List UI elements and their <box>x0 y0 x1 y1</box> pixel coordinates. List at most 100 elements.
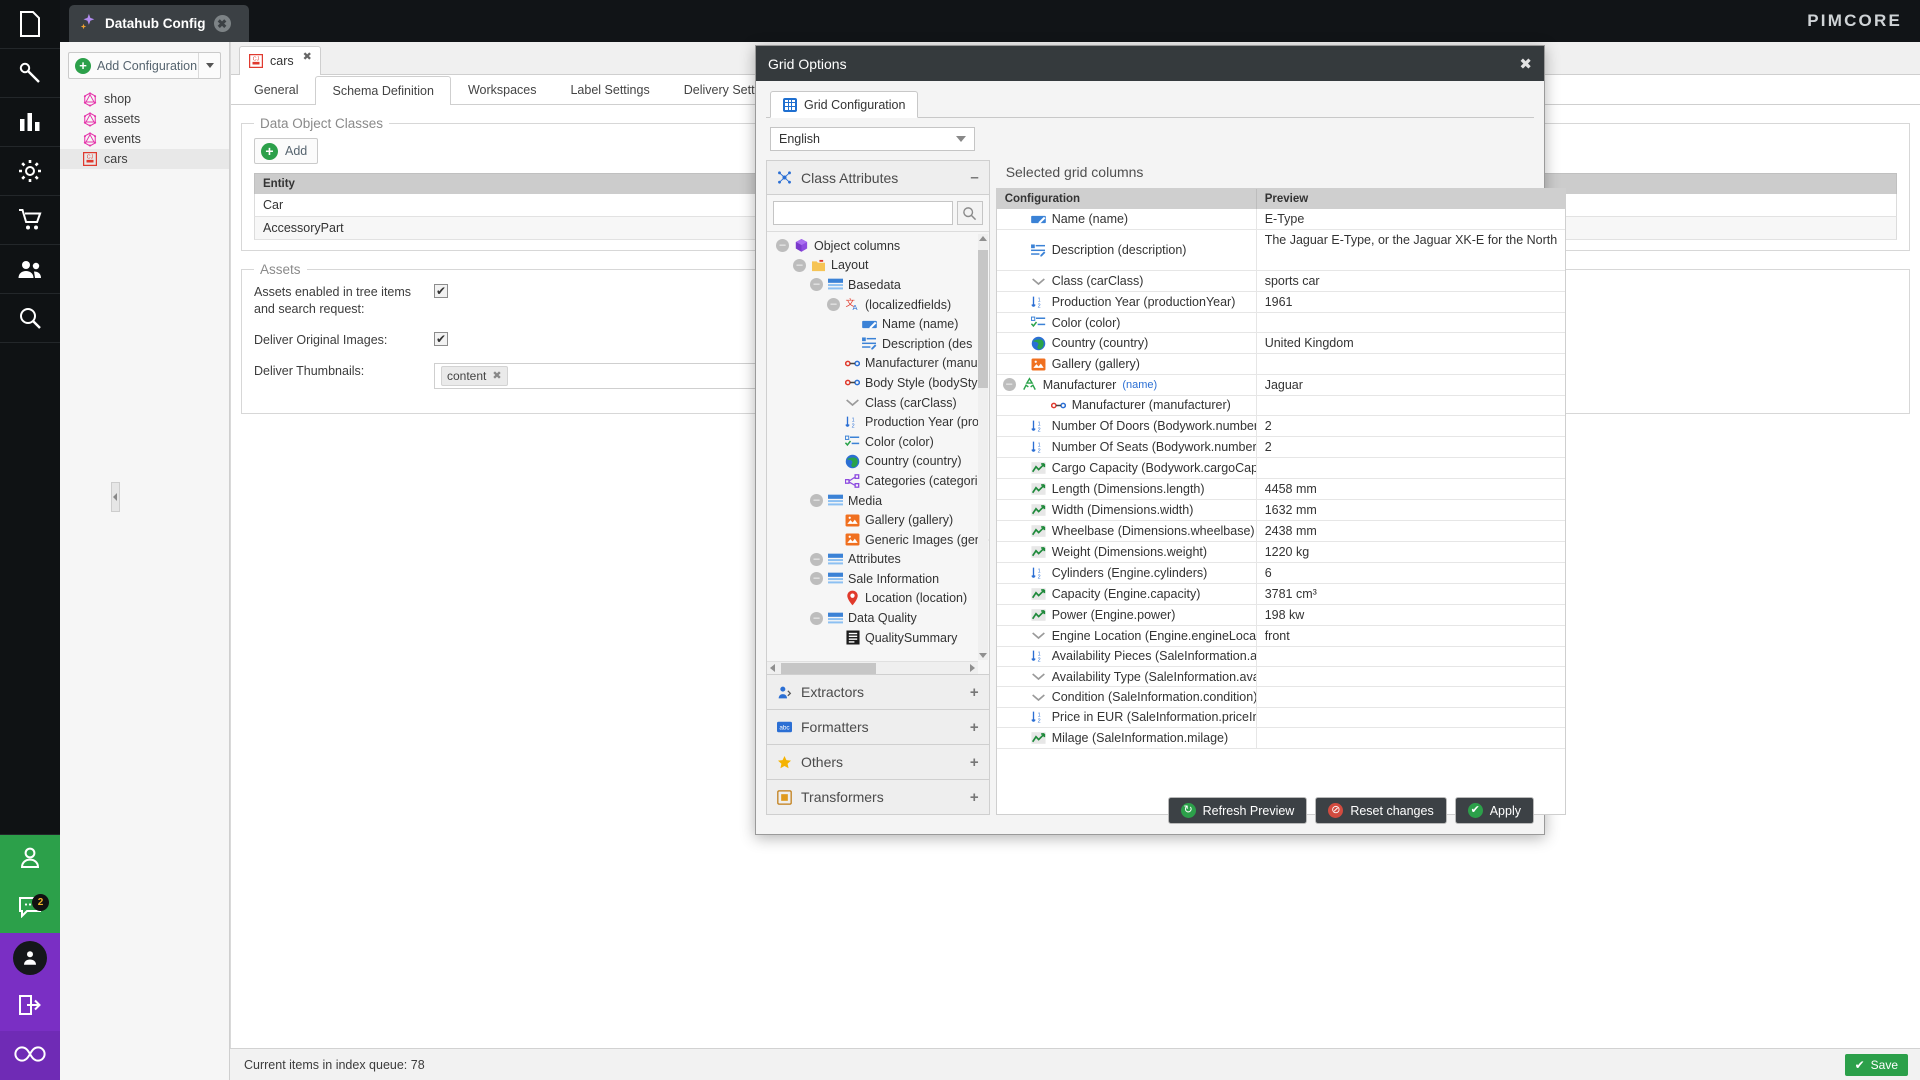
accordion-others[interactable]: Others + <box>766 745 990 780</box>
expand-icon[interactable]: + <box>970 789 979 806</box>
tree-collapse-icon[interactable]: – <box>810 278 823 292</box>
sidebar-item-assets[interactable]: assets <box>60 109 229 129</box>
tree-node[interactable]: – Attributes <box>771 550 989 570</box>
row-collapse-icon[interactable]: – <box>1002 378 1016 392</box>
nav-logout[interactable] <box>0 982 60 1031</box>
collapse-icon[interactable]: – <box>970 169 978 186</box>
nav-customers[interactable] <box>0 245 60 294</box>
table-row[interactable]: Cargo Capacity (Bodywork.cargoCapacity) <box>996 458 1566 479</box>
nav-ecommerce[interactable] <box>0 196 60 245</box>
table-row[interactable]: Description (description) The Jaguar E-Ty… <box>996 230 1566 271</box>
close-icon[interactable]: ✖ <box>1519 55 1532 73</box>
tree-node[interactable]: Generic Images (gene <box>771 530 989 550</box>
nav-reports[interactable] <box>0 98 60 147</box>
table-row[interactable]: Capacity (Engine.capacity) 3781 cm³ <box>996 583 1566 605</box>
expand-icon[interactable]: + <box>970 754 979 771</box>
table-row[interactable]: 12 Number Of Doors (Bodywork.numberOf... 2 <box>996 416 1566 438</box>
nav-infinity[interactable] <box>0 1031 60 1080</box>
table-row[interactable]: Class (carClass) sports car <box>996 271 1566 292</box>
sidebar-item-cars[interactable]: CJ cars <box>60 149 229 169</box>
accordion-extractors[interactable]: Extractors + <box>766 675 990 710</box>
tree-node[interactable]: Gallery (gallery) <box>771 510 989 530</box>
tree-horizontal-scrollbar[interactable] <box>767 661 978 674</box>
window-tab-close-icon[interactable]: ✖ <box>213 15 231 32</box>
tree-node[interactable]: – Object columns <box>771 236 989 256</box>
table-row[interactable]: Weight (Dimensions.weight) 1220 kg <box>996 541 1566 563</box>
table-row[interactable]: Manufacturer (manufacturer) <box>996 395 1566 417</box>
tree-node[interactable]: – 文 A (localizedfields) <box>771 295 989 315</box>
nav-user-avatar[interactable] <box>0 933 60 982</box>
tree-node[interactable]: QualitySummary <box>771 628 989 648</box>
table-row[interactable]: 1 2 Availability Pieces (SaleInformation.a… <box>996 646 1566 667</box>
tree-collapse-icon[interactable]: – <box>810 552 823 566</box>
scroll-up-icon[interactable] <box>978 236 987 241</box>
tree-node[interactable]: – Layout <box>771 256 989 276</box>
nav-tools[interactable] <box>0 49 60 98</box>
table-row[interactable]: Condition (SaleInformation.condition) <box>996 687 1566 708</box>
tab-schema-definition[interactable]: Schema Definition <box>315 76 451 105</box>
expand-icon[interactable]: + <box>970 684 979 701</box>
table-row[interactable]: 1 2 Production Year (productionYear) 1961 <box>996 292 1566 313</box>
scrollbar-thumb[interactable] <box>977 250 988 388</box>
attribute-search-input[interactable] <box>773 201 953 225</box>
tree-node[interactable]: Manufacturer (manu <box>771 354 989 374</box>
table-row[interactable]: 12 Price in EUR (SaleInformation.priceInE… <box>996 707 1566 729</box>
tree-collapse-icon[interactable]: – <box>776 239 789 253</box>
tree-node[interactable]: Country (country) <box>771 452 989 472</box>
save-button[interactable]: ✔ Save <box>1844 1054 1908 1076</box>
add-configuration-dropdown[interactable] <box>198 53 220 78</box>
table-row[interactable]: Gallery (gallery) <box>996 354 1566 375</box>
scroll-down-icon[interactable] <box>978 653 987 658</box>
table-row[interactable]: Country (country) United Kingdom <box>996 333 1566 355</box>
table-row[interactable]: Wheelbase (Dimensions.wheelbase) 2438 mm <box>996 520 1566 542</box>
class-attributes-header[interactable]: Class Attributes – <box>766 160 990 195</box>
window-tab-datahub-config[interactable]: Datahub Config ✖ <box>69 5 249 42</box>
attribute-search-button[interactable] <box>956 201 983 225</box>
scroll-right-icon[interactable] <box>969 664 975 672</box>
tab-label-settings[interactable]: Label Settings <box>553 75 666 104</box>
tree-collapse-icon[interactable]: – <box>793 258 806 272</box>
table-row[interactable]: 12 Number Of Seats (Bodywork.numberOf... 2 <box>996 437 1566 459</box>
reset-changes-button[interactable]: ⊘ Reset changes <box>1315 797 1447 824</box>
tree-node[interactable]: 1 2 Production Year (pro <box>771 412 989 432</box>
expand-icon[interactable]: + <box>970 719 979 736</box>
table-row[interactable]: Engine Location (Engine.engineLocation) f… <box>996 625 1566 647</box>
tree-node[interactable]: Name (name) <box>771 314 989 334</box>
sidebar-item-events[interactable]: events <box>60 129 229 149</box>
deliver-original-images-checkbox[interactable]: ✔ <box>434 331 448 346</box>
table-row[interactable]: Length (Dimensions.length) 4458 mm <box>996 478 1566 500</box>
accordion-formatters[interactable]: abc Formatters + <box>766 710 990 745</box>
nav-search[interactable] <box>0 294 60 343</box>
tree-node[interactable]: – Sale Information <box>771 569 989 589</box>
tree-collapse-icon[interactable]: – <box>810 572 823 586</box>
tab-grid-configuration[interactable]: Grid Configuration <box>770 91 919 118</box>
apply-button[interactable]: ✔ Apply <box>1454 797 1534 824</box>
tree-vertical-scrollbar[interactable] <box>977 234 988 660</box>
tab-workspaces[interactable]: Workspaces <box>451 75 554 104</box>
add-data-object-class-button[interactable]: + Add <box>254 138 319 164</box>
table-row[interactable]: Name (name) E-Type <box>996 209 1566 230</box>
language-select[interactable]: English <box>770 127 975 151</box>
tree-collapse-icon[interactable]: – <box>810 611 823 625</box>
scroll-left-icon[interactable] <box>770 664 775 672</box>
tab-general[interactable]: General <box>237 75 315 104</box>
table-row[interactable]: 1 2 Cylinders (Engine.cylinders) 6 <box>996 562 1566 584</box>
panel-collapse-handle[interactable] <box>111 482 120 512</box>
nav-profile[interactable] <box>0 835 60 884</box>
table-row[interactable]: Power (Engine.power) 198 kw <box>996 604 1566 626</box>
tree-collapse-icon[interactable]: – <box>810 494 823 508</box>
table-row[interactable]: Milage (SaleInformation.milage) <box>996 728 1566 749</box>
document-tab-cars[interactable]: CJ cars ✖ <box>239 46 321 75</box>
tree-node[interactable]: – Data Quality <box>771 608 989 628</box>
tree-node[interactable]: Description (des <box>771 334 989 354</box>
table-row[interactable]: Width (Dimensions.width) 1632 mm <box>996 499 1566 521</box>
scrollbar-thumb[interactable] <box>781 663 876 674</box>
table-row[interactable]: Color (color) <box>996 313 1566 334</box>
thumbnail-tag[interactable]: content ✖ <box>441 365 508 386</box>
nav-notifications[interactable]: 2 <box>0 884 60 933</box>
tree-node[interactable]: Categories (categorie <box>771 471 989 491</box>
tree-node[interactable]: Body Style (bodyStyle <box>771 373 989 393</box>
nav-documents[interactable] <box>0 0 60 49</box>
nav-settings[interactable] <box>0 147 60 196</box>
remove-tag-icon[interactable]: ✖ <box>492 369 501 382</box>
